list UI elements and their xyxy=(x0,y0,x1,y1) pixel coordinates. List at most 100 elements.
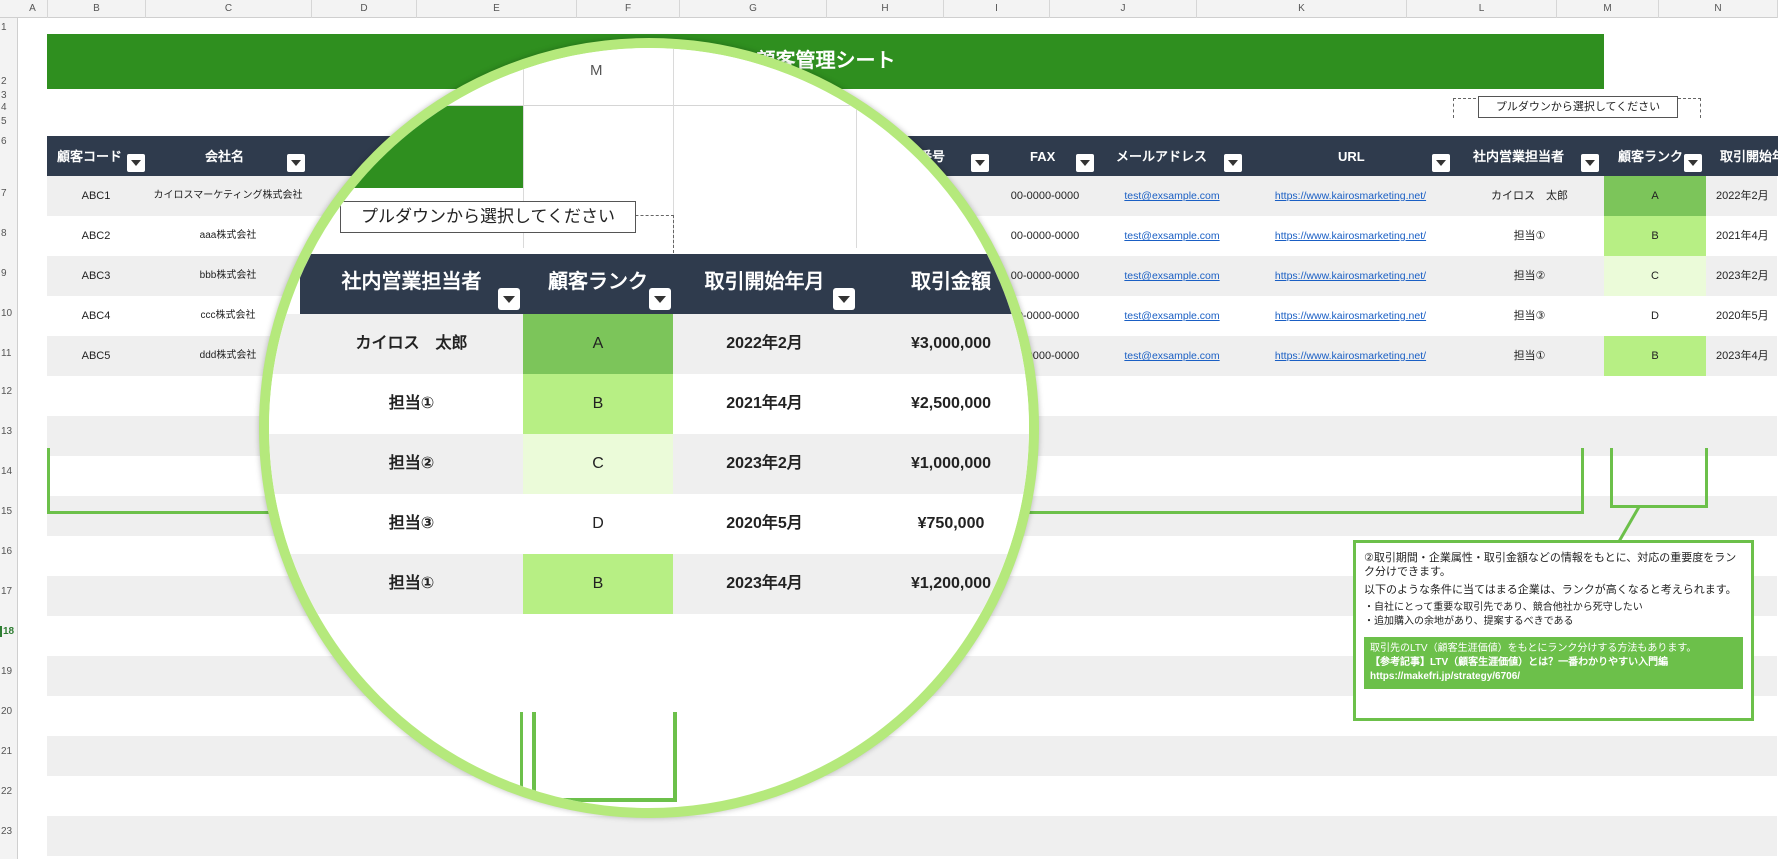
row-header-18[interactable]: 18 xyxy=(0,626,18,637)
column-header-h[interactable]: H xyxy=(827,0,944,18)
cell-rank[interactable]: B xyxy=(1604,216,1706,256)
cell-rep[interactable]: 担当① xyxy=(1455,336,1604,376)
cell-url[interactable]: https://www.kairosmarketing.net/ xyxy=(1246,336,1455,376)
cell-email[interactable]: test@exsample.com xyxy=(1098,216,1246,256)
cell-code[interactable]: ABC1 xyxy=(47,176,145,216)
header-rank[interactable]: 顧客ランク xyxy=(1604,136,1706,176)
column-header-m[interactable]: M xyxy=(1557,0,1659,18)
cell-start[interactable]: 2020年5月 xyxy=(1706,296,1778,336)
row-header-11[interactable]: 11 xyxy=(0,348,18,359)
row-header-6[interactable]: 6 xyxy=(0,136,18,147)
cell-rep[interactable]: 担当① xyxy=(1455,216,1604,256)
mag-cell-start[interactable]: 2021年4月 xyxy=(673,374,856,434)
column-header-a[interactable]: A xyxy=(18,0,48,18)
row-header-4[interactable]: 4 xyxy=(0,102,18,113)
cell-email[interactable]: test@exsample.com xyxy=(1098,176,1246,216)
row-header-16[interactable]: 16 xyxy=(0,546,18,557)
mag-cell-rank[interactable]: D xyxy=(523,494,673,554)
mag-cell-rep[interactable]: 担当② xyxy=(300,434,523,494)
cell-email[interactable]: test@exsample.com xyxy=(1098,336,1246,376)
filter-dropdown-icon[interactable] xyxy=(1432,154,1450,172)
cell-url[interactable]: https://www.kairosmarketing.net/ xyxy=(1246,256,1455,296)
mag-cell-rep[interactable]: 担当① xyxy=(300,374,523,434)
cell-email[interactable]: test@exsample.com xyxy=(1098,256,1246,296)
cell-rep[interactable]: 担当② xyxy=(1455,256,1604,296)
row-header-3[interactable]: 3 xyxy=(0,90,18,101)
mag-cell-start[interactable]: 2023年4月 xyxy=(673,554,856,614)
row-header-7[interactable]: 7 xyxy=(0,188,18,199)
mag-cell-amount[interactable]: ¥1,000,000 xyxy=(856,434,1029,494)
filter-dropdown-icon[interactable] xyxy=(1684,154,1702,172)
column-header-f[interactable]: F xyxy=(577,0,680,18)
column-header-g[interactable]: G xyxy=(680,0,827,18)
row-header-23[interactable]: 23 xyxy=(0,826,18,837)
row-header-19[interactable]: 19 xyxy=(0,666,18,677)
row-header-9[interactable]: 9 xyxy=(0,268,18,279)
row-header-22[interactable]: 22 xyxy=(0,786,18,797)
row-header-17[interactable]: 17 xyxy=(0,586,18,597)
column-header-n[interactable]: N xyxy=(1659,0,1778,18)
mag-cell-start[interactable]: 2022年2月 xyxy=(673,314,856,374)
mag-cell-rank[interactable]: B xyxy=(523,374,673,434)
cell-email[interactable]: test@exsample.com xyxy=(1098,296,1246,336)
mag-cell-amount[interactable]: ¥3,000,000 xyxy=(856,314,1029,374)
cell-code[interactable]: ABC3 xyxy=(47,256,145,296)
filter-dropdown-icon[interactable] xyxy=(1581,154,1599,172)
row-header-5[interactable]: 5 xyxy=(0,116,18,127)
mag-header-start[interactable]: 取引開始年月 xyxy=(673,254,856,314)
mag-cell-amount[interactable]: ¥750,000 xyxy=(856,494,1029,554)
header-rep[interactable]: 社内営業担当者 xyxy=(1455,136,1604,176)
column-header-c[interactable]: C xyxy=(146,0,312,18)
mag-cell-amount[interactable]: ¥1,200,000 xyxy=(856,554,1029,614)
row-header-13[interactable]: 13 xyxy=(0,426,18,437)
mag-header-rank[interactable]: 顧客ランク xyxy=(523,254,673,314)
cell-rank[interactable]: A xyxy=(1604,176,1706,216)
row-header-20[interactable]: 20 xyxy=(0,706,18,717)
mag-cell-rank[interactable]: A xyxy=(523,314,673,374)
cell-url[interactable]: https://www.kairosmarketing.net/ xyxy=(1246,216,1455,256)
mag-cell-start[interactable]: 2020年5月 xyxy=(673,494,856,554)
cell-code[interactable]: ABC5 xyxy=(47,336,145,376)
mag-cell-rep[interactable]: 担当③ xyxy=(300,494,523,554)
column-header-e[interactable]: E xyxy=(417,0,577,18)
cell-rep[interactable]: 担当③ xyxy=(1455,296,1604,336)
row-header-14[interactable]: 14 xyxy=(0,466,18,477)
filter-dropdown-icon[interactable] xyxy=(498,288,520,310)
cell-rank[interactable]: B xyxy=(1604,336,1706,376)
mag-header-amount[interactable]: 取引金額 xyxy=(856,254,1029,314)
cell-start[interactable]: 2021年4月 xyxy=(1706,216,1778,256)
row-header-2[interactable]: 2 xyxy=(0,76,18,87)
filter-dropdown-icon[interactable] xyxy=(127,154,145,172)
cell-url[interactable]: https://www.kairosmarketing.net/ xyxy=(1246,296,1455,336)
row-header-15[interactable]: 15 xyxy=(0,506,18,517)
column-header-k[interactable]: K xyxy=(1197,0,1407,18)
column-header-j[interactable]: J xyxy=(1050,0,1197,18)
filter-dropdown-icon[interactable] xyxy=(649,288,671,310)
mag-cell-rank[interactable]: B xyxy=(523,554,673,614)
column-header-i[interactable]: I xyxy=(944,0,1050,18)
column-header-d[interactable]: D xyxy=(312,0,417,18)
mag-cell-start[interactable]: 2023年2月 xyxy=(673,434,856,494)
filter-dropdown-icon[interactable] xyxy=(833,288,855,310)
cell-code[interactable]: ABC4 xyxy=(47,296,145,336)
mag-cell-rank[interactable]: C xyxy=(523,434,673,494)
cell-start[interactable]: 2023年2月 xyxy=(1706,256,1778,296)
cell-start[interactable]: 2022年2月 xyxy=(1706,176,1778,216)
row-header-10[interactable]: 10 xyxy=(0,308,18,319)
mag-cell-rep[interactable]: カイロス 太郎 xyxy=(300,314,523,374)
filter-dropdown-icon[interactable] xyxy=(1224,154,1242,172)
header-start[interactable]: 取引開始年月 xyxy=(1706,136,1778,176)
reference-article-title[interactable]: 【参考記事】LTV（顧客生涯価値）とは？一番わかりやすい入門編 xyxy=(1370,656,1737,670)
header-url[interactable]: URL xyxy=(1246,136,1455,176)
row-header-21[interactable]: 21 xyxy=(0,746,18,757)
mag-header-rep[interactable]: 社内営業担当者 xyxy=(300,254,523,314)
row-header-1[interactable]: 1 xyxy=(0,22,18,33)
row-header-8[interactable]: 8 xyxy=(0,228,18,239)
header-code[interactable]: 顧客コード xyxy=(47,136,145,176)
column-header-l[interactable]: L xyxy=(1407,0,1557,18)
cell-start[interactable]: 2023年4月 xyxy=(1706,336,1778,376)
cell-rank[interactable]: C xyxy=(1604,256,1706,296)
filter-dropdown-icon[interactable] xyxy=(1076,154,1094,172)
cell-code[interactable]: ABC2 xyxy=(47,216,145,256)
cell-url[interactable]: https://www.kairosmarketing.net/ xyxy=(1246,176,1455,216)
